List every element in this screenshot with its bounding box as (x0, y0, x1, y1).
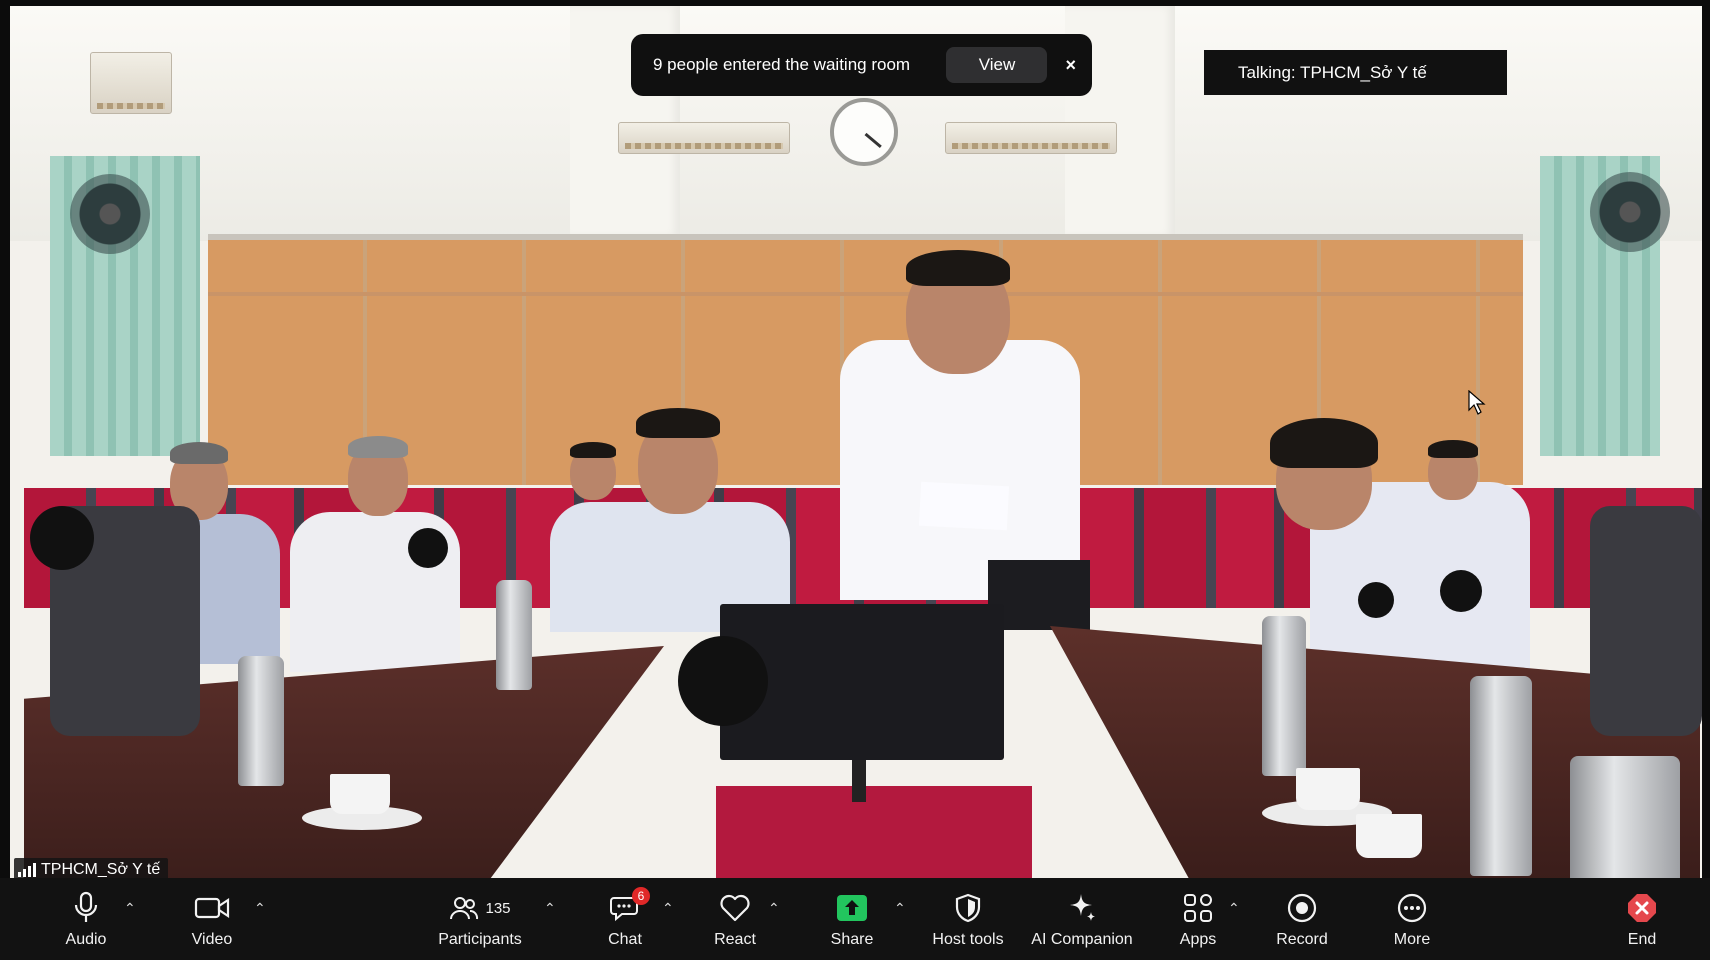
share-label: Share (830, 931, 874, 948)
teacup (1356, 814, 1422, 858)
more-button[interactable]: More (1386, 878, 1438, 960)
water-bottle (1570, 756, 1680, 882)
record-label: Record (1276, 931, 1328, 948)
heart-icon (720, 894, 750, 922)
air-conditioner (90, 52, 172, 114)
air-conditioner (945, 122, 1117, 154)
participants-label: Participants (438, 931, 522, 948)
apps-label: Apps (1179, 931, 1217, 948)
wall-clock (830, 98, 898, 166)
talking-indicator: Talking: TPHCM_Sở Y tế (1204, 50, 1507, 95)
water-bottle (238, 656, 284, 786)
wall-fan (1590, 172, 1670, 252)
table-cloth (716, 786, 1032, 882)
apps-options-chevron-icon[interactable]: ⌃ (1228, 900, 1240, 917)
speaker-paper (918, 481, 1010, 531)
chat-unread-badge: 6 (632, 887, 650, 905)
view-waiting-room-button[interactable]: View (946, 47, 1048, 83)
apps-icon (1184, 894, 1212, 922)
chat-label: Chat (608, 931, 642, 948)
more-icon (1397, 893, 1427, 923)
audio-label: Audio (65, 931, 107, 948)
video-label: Video (191, 931, 233, 948)
ai-companion-label: AI Companion (1031, 931, 1133, 948)
wall-fan (70, 174, 150, 254)
meeting-toolbar: Audio ⌃ Video ⌃ 135 Participants ⌃ 6 Cha… (0, 878, 1710, 960)
monitor-stand (852, 760, 866, 802)
sparkle-icon (1070, 894, 1095, 921)
share-button[interactable]: Share (826, 878, 878, 960)
host-tools-label: Host tools (932, 931, 1004, 948)
waiting-room-notification: 9 people entered the waiting room View × (631, 34, 1092, 96)
participants-icon (450, 897, 479, 920)
air-conditioner (618, 122, 790, 154)
teacup (330, 774, 390, 814)
shield-icon (955, 893, 981, 923)
microphone (408, 528, 448, 568)
microphone (30, 506, 94, 570)
video-button[interactable]: Video (182, 878, 242, 960)
water-bottle (1470, 676, 1532, 876)
participants-button[interactable]: 135 Participants (432, 878, 528, 960)
mouse-cursor-icon (1468, 390, 1486, 415)
host-tools-button[interactable]: Host tools (928, 878, 1008, 960)
audio-options-chevron-icon[interactable]: ⌃ (124, 900, 136, 917)
microphone (1358, 582, 1394, 618)
teacup (1296, 768, 1360, 810)
end-icon (1628, 894, 1656, 922)
water-bottle (496, 580, 532, 690)
close-icon[interactable]: × (1065, 55, 1076, 76)
audio-button[interactable]: Audio (58, 878, 114, 960)
more-label: More (1393, 931, 1431, 948)
video-camera-icon (194, 897, 230, 919)
notification-message: 9 people entered the waiting room (653, 55, 911, 74)
react-button[interactable]: React (710, 878, 760, 960)
microphone (1440, 570, 1482, 612)
apps-button[interactable]: Apps (1170, 878, 1226, 960)
talking-indicator-text: Talking: TPHCM_Sở Y tế (1238, 62, 1427, 82)
microphone (678, 636, 768, 726)
react-options-chevron-icon[interactable]: ⌃ (768, 900, 780, 917)
chat-options-chevron-icon[interactable]: ⌃ (662, 900, 674, 917)
end-meeting-button[interactable]: End (1620, 878, 1664, 960)
share-options-chevron-icon[interactable]: ⌃ (894, 900, 906, 917)
react-label: React (714, 931, 756, 948)
participant-count: 135 (485, 899, 511, 917)
video-stage (10, 6, 1702, 882)
microphone-icon (74, 891, 98, 922)
chat-button[interactable]: 6 Chat (600, 878, 650, 960)
record-button[interactable]: Record (1270, 878, 1334, 960)
signal-strength-icon (18, 863, 36, 877)
water-bottle (1262, 616, 1306, 776)
chair (1590, 506, 1702, 736)
ai-companion-button[interactable]: AI Companion (1030, 878, 1134, 960)
participants-options-chevron-icon[interactable]: ⌃ (544, 900, 556, 917)
share-screen-icon (837, 895, 867, 921)
record-icon (1287, 893, 1317, 923)
end-label: End (1627, 931, 1657, 948)
participant-name: TPHCM_Sở Y tế (41, 861, 161, 878)
video-options-chevron-icon[interactable]: ⌃ (254, 900, 266, 917)
